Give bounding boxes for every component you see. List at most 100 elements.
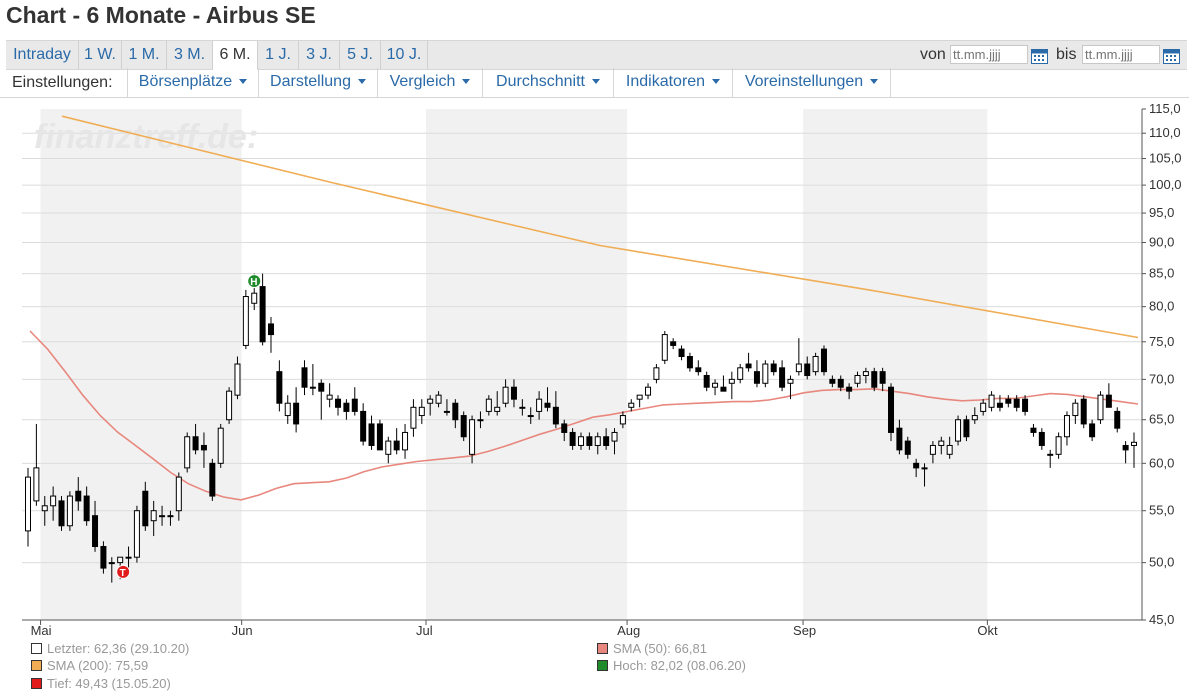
tab-3m[interactable]: 3 M. bbox=[167, 41, 213, 69]
tab-3y[interactable]: 3 J. bbox=[299, 41, 340, 69]
candle-body bbox=[100, 546, 107, 569]
candle bbox=[376, 419, 383, 451]
candle-body bbox=[527, 415, 534, 418]
candle bbox=[33, 423, 40, 506]
from-date-input[interactable] bbox=[950, 45, 1028, 64]
candle-body bbox=[862, 371, 869, 376]
candle-body bbox=[402, 431, 409, 451]
candle-body bbox=[904, 440, 911, 455]
candle bbox=[1005, 395, 1012, 408]
y-tick-label: 75,0 bbox=[1149, 334, 1174, 349]
candle-body bbox=[1063, 415, 1070, 438]
menu-boersenplaetze[interactable]: Börsenplätze bbox=[127, 68, 258, 97]
legend-swatch bbox=[31, 678, 42, 689]
candle bbox=[1089, 419, 1096, 442]
y-tick-label: 70,0 bbox=[1149, 371, 1174, 386]
candle-body bbox=[770, 363, 777, 373]
candle-body bbox=[603, 436, 610, 446]
candle-body bbox=[1022, 398, 1029, 412]
tab-10y[interactable]: 10 J. bbox=[381, 41, 428, 69]
candle bbox=[242, 289, 249, 350]
to-date-input[interactable] bbox=[1082, 45, 1160, 64]
menu-voreinstellungen[interactable]: Voreinstellungen bbox=[732, 68, 891, 97]
candle-body bbox=[636, 394, 643, 400]
candle-body bbox=[1038, 431, 1045, 446]
menu-darstellung[interactable]: Darstellung bbox=[258, 68, 377, 97]
candle-body bbox=[938, 440, 945, 446]
low-marker-label: T bbox=[120, 568, 126, 579]
candle-body bbox=[753, 371, 760, 384]
candle-body bbox=[217, 427, 224, 464]
candle bbox=[267, 316, 274, 353]
tab-6m[interactable]: 6 M. bbox=[213, 41, 258, 70]
menu-label: Durchschnitt bbox=[496, 73, 585, 90]
caret-down-icon bbox=[462, 79, 471, 85]
candle-body bbox=[460, 415, 467, 438]
candle-body bbox=[1072, 402, 1079, 417]
candle-body bbox=[75, 490, 82, 502]
candle-body bbox=[536, 398, 543, 412]
candle-body bbox=[267, 323, 274, 336]
candle bbox=[385, 436, 392, 464]
candle-body bbox=[820, 348, 827, 373]
menu-durchschnitt[interactable]: Durchschnitt bbox=[482, 68, 613, 97]
candle bbox=[779, 360, 786, 392]
candle-body bbox=[1005, 398, 1012, 404]
candle-body bbox=[385, 440, 392, 455]
month-band bbox=[425, 109, 628, 620]
candle-body bbox=[318, 382, 325, 392]
menu-label: Indikatoren bbox=[625, 73, 706, 90]
candle-body bbox=[1047, 453, 1054, 456]
candle bbox=[703, 371, 710, 392]
candle-body bbox=[175, 476, 182, 512]
candle-body bbox=[25, 476, 31, 532]
candle-body bbox=[368, 423, 375, 446]
legend-text: Hoch: 82,02 (08.06.20) bbox=[613, 658, 746, 673]
menu-label: Vergleich bbox=[389, 73, 456, 90]
tab-1y[interactable]: 1 J. bbox=[258, 41, 299, 69]
tab-intraday[interactable]: Intraday bbox=[6, 41, 79, 69]
candle-body bbox=[184, 436, 191, 469]
candle-body bbox=[335, 398, 342, 408]
candle-body bbox=[854, 374, 861, 384]
calendar-icon[interactable] bbox=[1031, 47, 1048, 64]
candle-body bbox=[251, 292, 258, 304]
candle-body bbox=[443, 410, 450, 413]
candle-body bbox=[519, 406, 526, 409]
candle bbox=[670, 338, 677, 350]
menu-indikatoren[interactable]: Indikatoren bbox=[613, 68, 732, 97]
candle-body bbox=[804, 363, 811, 376]
candle-body bbox=[351, 398, 358, 412]
tab-1w[interactable]: 1 W. bbox=[79, 41, 122, 69]
legend-low: Tief: 49,43 (15.05.20) bbox=[31, 676, 171, 692]
legend-sma50: SMA (50): 66,81 bbox=[597, 641, 707, 657]
candle bbox=[628, 399, 635, 412]
candle-body bbox=[1089, 423, 1096, 438]
candle-body bbox=[586, 436, 593, 446]
candle-body bbox=[276, 371, 283, 404]
y-tick-label: 85,0 bbox=[1149, 266, 1174, 281]
candle-body bbox=[980, 402, 987, 412]
calendar-icon[interactable] bbox=[1163, 47, 1180, 64]
candle-body bbox=[787, 378, 794, 384]
candle-body bbox=[829, 378, 836, 384]
menu-label: Börsenplätze bbox=[138, 73, 233, 90]
candle-body bbox=[58, 500, 65, 527]
candle-body bbox=[846, 386, 853, 392]
tab-1m[interactable]: 1 M. bbox=[122, 41, 167, 69]
candle bbox=[1038, 428, 1045, 450]
candle bbox=[720, 375, 727, 392]
legend-text: Tief: 49,43 (15.05.20) bbox=[47, 676, 171, 691]
legend-swatch bbox=[597, 643, 608, 654]
candle bbox=[1030, 423, 1037, 437]
candle-body bbox=[117, 556, 124, 564]
candle-body bbox=[779, 367, 786, 388]
y-tick-label: 90,0 bbox=[1149, 234, 1174, 249]
tab-5y[interactable]: 5 J. bbox=[340, 41, 381, 69]
menu-vergleich[interactable]: Vergleich bbox=[377, 68, 482, 97]
candle-body bbox=[745, 363, 752, 369]
legend-last: Letzter: 62,36 (29.10.20) bbox=[31, 641, 189, 657]
candle-body bbox=[309, 386, 316, 389]
y-tick-label: 50,0 bbox=[1149, 555, 1174, 570]
candle-body bbox=[703, 374, 710, 388]
